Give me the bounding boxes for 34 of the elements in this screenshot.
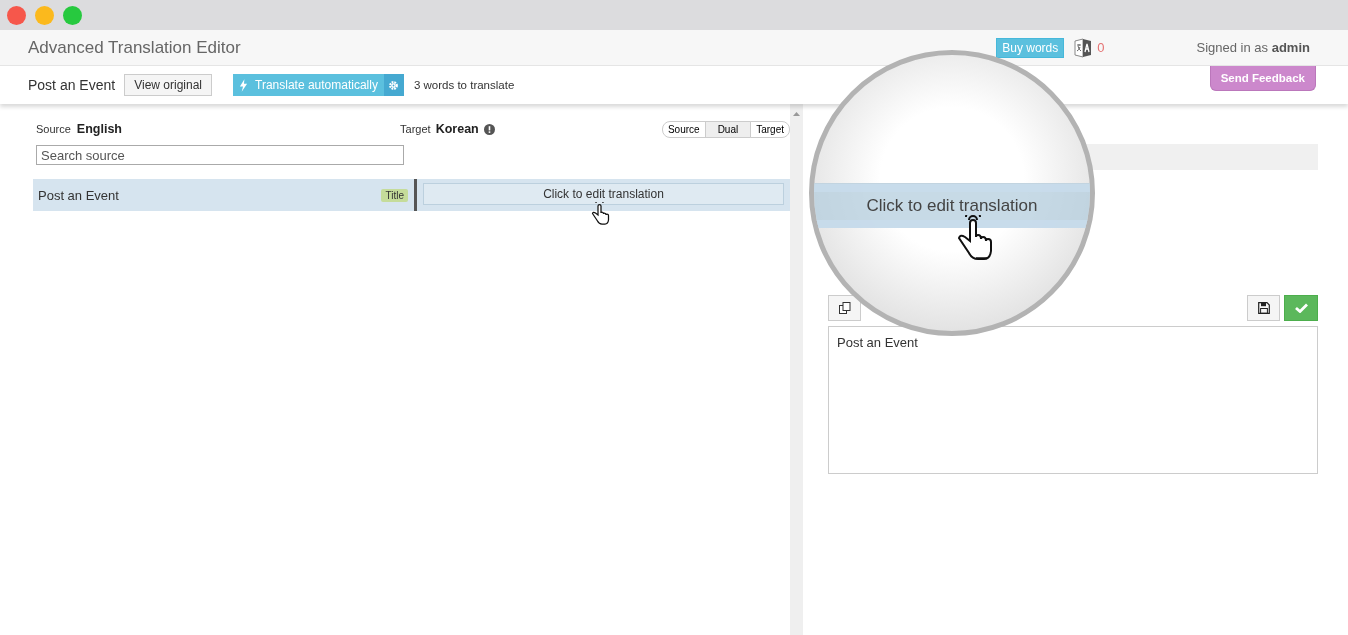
- view-original-button[interactable]: View original: [124, 74, 212, 96]
- signed-in-text: Signed in as admin: [1196, 40, 1310, 55]
- page-title: Post an Event: [28, 77, 116, 93]
- info-icon: [483, 123, 495, 135]
- source-label: Source: [36, 123, 71, 135]
- save-button[interactable]: [1247, 295, 1280, 321]
- target-language: Korean: [435, 122, 479, 136]
- minimize-window-button[interactable]: [35, 5, 54, 25]
- segment-tag: Title: [381, 188, 408, 202]
- source-language: English: [76, 122, 122, 136]
- magnified-edit-prompt: Click to edit translation: [866, 196, 1038, 216]
- search-source-field[interactable]: Search source: [36, 145, 404, 165]
- app-title: Advanced Translation Editor: [28, 37, 241, 58]
- view-mode-tab[interactable]: Source: [661, 120, 706, 138]
- settings-button[interactable]: [383, 74, 404, 96]
- segment-row[interactable]: Post an Event Title Click to edit translation: [33, 179, 790, 211]
- lightning-icon: [239, 78, 248, 92]
- words-to-translate: 3 words to translate: [413, 79, 515, 91]
- checkmark-icon: [1294, 303, 1308, 313]
- view-mode-tab[interactable]: Dual: [704, 120, 752, 138]
- translate-icon: [1073, 37, 1094, 58]
- hand-cursor-icon: [590, 202, 610, 228]
- scroll-up-icon[interactable]: [793, 112, 800, 116]
- copy-source-button[interactable]: [828, 295, 861, 321]
- edit-translation-button[interactable]: Click to edit translation: [423, 183, 784, 205]
- source-text: Post an Event: [38, 187, 119, 203]
- copy-icon: [838, 302, 851, 314]
- view-mode-tab[interactable]: Target: [750, 120, 790, 138]
- settings-icon: [388, 79, 400, 91]
- close-window-button[interactable]: [7, 5, 26, 25]
- maximize-window-button[interactable]: [63, 5, 82, 25]
- target-label: Target: [400, 123, 431, 135]
- word-credits: 0: [1097, 40, 1105, 55]
- translation-editor[interactable]: Post an Event: [828, 326, 1318, 474]
